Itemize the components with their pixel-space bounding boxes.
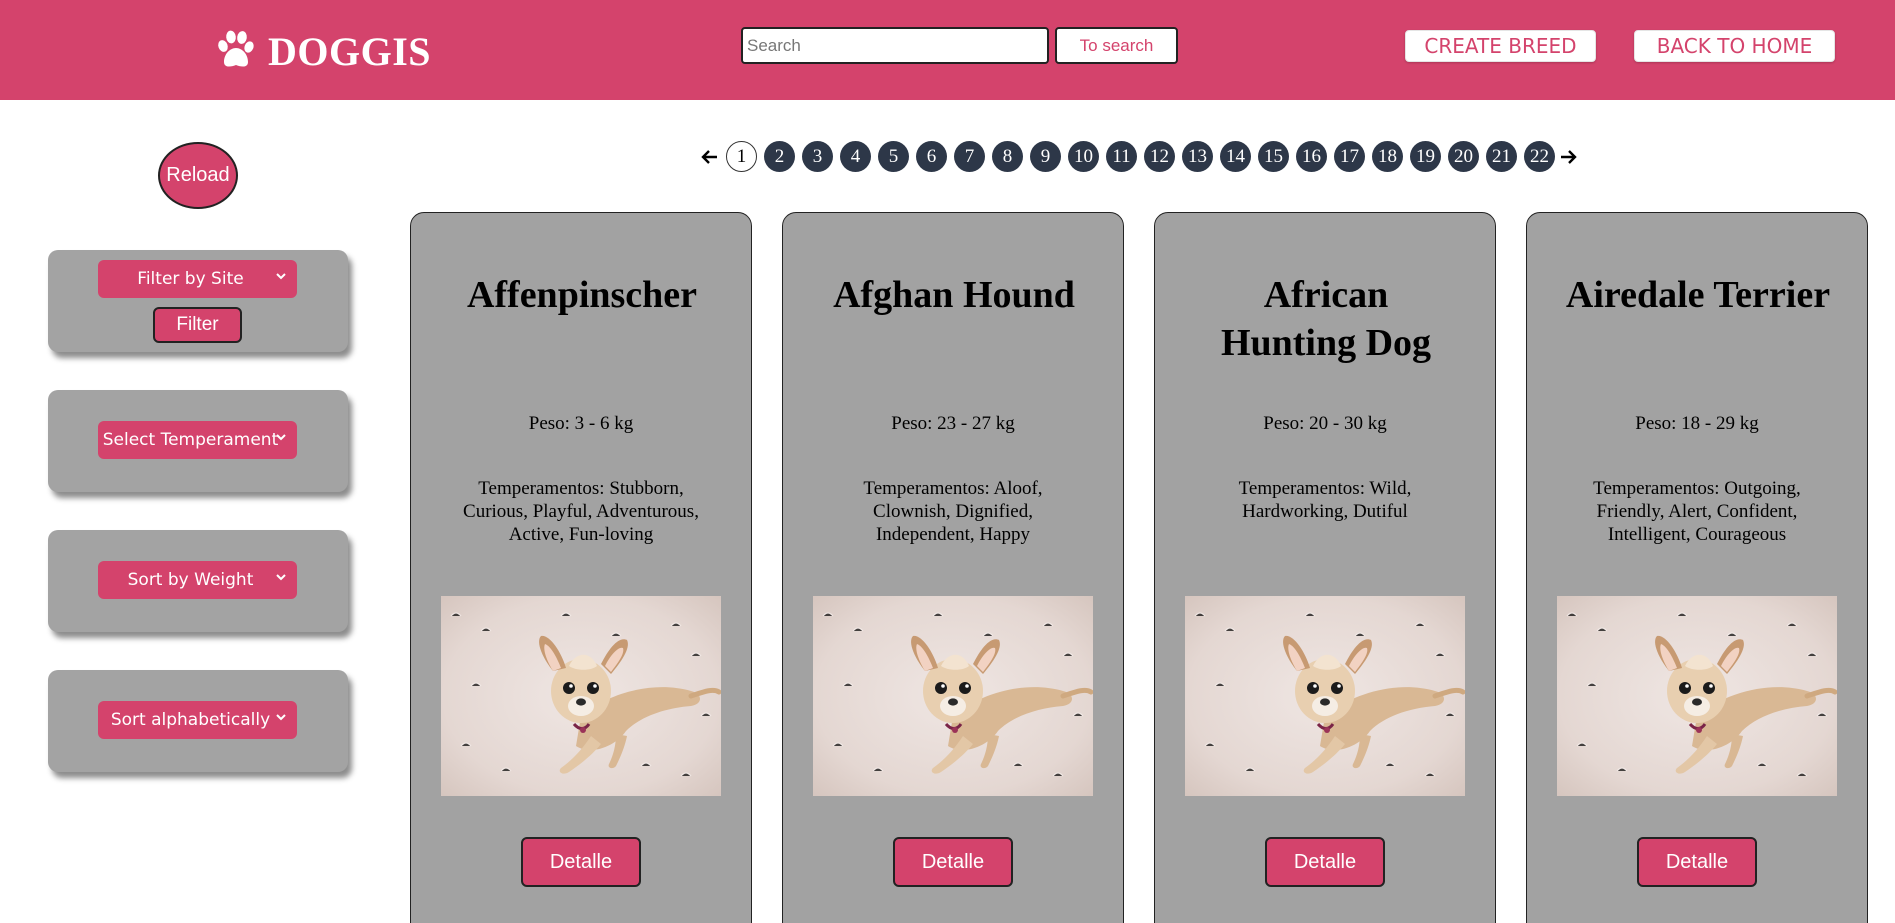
breed-card: Affenpinscher Peso: 3 - 6 kg Temperament… <box>410 212 752 923</box>
breed-weight: Peso: 20 - 30 kg <box>1263 413 1387 434</box>
site-filter-label: Filter by Site <box>137 269 244 289</box>
breed-name: African Hunting Dog <box>1165 271 1487 367</box>
arrow-left-icon[interactable] <box>698 147 720 167</box>
back-to-home-button[interactable]: BACK TO HOME <box>1634 30 1835 62</box>
page-8[interactable]: 8 <box>992 141 1023 172</box>
site-filter-select[interactable]: Filter by Site <box>98 260 297 298</box>
breed-name: Affenpinscher <box>421 271 743 319</box>
page-13[interactable]: 13 <box>1182 141 1213 172</box>
alpha-sort-panel: Sort alphabetically <box>48 670 348 772</box>
site-filter-panel: Filter by Site Filter <box>48 250 348 352</box>
page-2[interactable]: 2 <box>764 141 795 172</box>
page-6[interactable]: 6 <box>916 141 947 172</box>
breed-image <box>441 596 721 796</box>
page-21[interactable]: 21 <box>1486 141 1517 172</box>
alpha-sort-select[interactable]: Sort alphabetically <box>98 701 297 739</box>
page-11[interactable]: 11 <box>1106 141 1137 172</box>
alpha-sort-label: Sort alphabetically <box>110 710 271 730</box>
page-3[interactable]: 3 <box>802 141 833 172</box>
breed-name-line: Afghan Hound <box>833 274 1075 316</box>
page-5[interactable]: 5 <box>878 141 909 172</box>
search-button[interactable]: To search <box>1055 27 1178 64</box>
header-bar: DOGGIS To search CREATE BREED BACK TO HO… <box>0 0 1895 100</box>
logo[interactable]: DOGGIS <box>214 28 431 75</box>
breed-name-line: Hunting Dog <box>1220 322 1432 364</box>
paw-icon <box>214 28 256 75</box>
page-14[interactable]: 14 <box>1220 141 1251 172</box>
page-7[interactable]: 7 <box>954 141 985 172</box>
chevron-down-icon <box>276 574 286 581</box>
breed-card: Airedale Terrier Peso: 18 - 29 kg Temper… <box>1526 212 1868 923</box>
temperament-label: Select Temperament <box>102 430 279 450</box>
breed-weight: Peso: 18 - 29 kg <box>1635 413 1759 434</box>
temperament-select[interactable]: Select Temperament <box>98 421 297 459</box>
breed-temperaments: Temperamentos: Stubborn, Curious, Playfu… <box>463 478 699 545</box>
page-12[interactable]: 12 <box>1144 141 1175 172</box>
page-18[interactable]: 18 <box>1372 141 1403 172</box>
breed-image <box>813 596 1093 796</box>
breed-temperaments: Temperamentos: Aloof, Clownish, Dignifie… <box>863 478 1043 545</box>
breed-card: African Hunting Dog Peso: 20 - 30 kg Tem… <box>1154 212 1496 923</box>
weight-sort-label: Sort by Weight <box>127 570 254 590</box>
detail-button[interactable]: Detalle <box>1265 837 1385 887</box>
breed-image <box>1185 596 1465 796</box>
create-breed-button[interactable]: CREATE BREED <box>1405 30 1596 62</box>
breed-name-line: African <box>1263 274 1389 316</box>
chevron-down-icon <box>276 273 286 280</box>
page-1[interactable]: 1 <box>726 141 757 172</box>
breed-image <box>1557 596 1837 796</box>
page-17[interactable]: 17 <box>1334 141 1365 172</box>
page-19[interactable]: 19 <box>1410 141 1441 172</box>
page-16[interactable]: 16 <box>1296 141 1327 172</box>
page-4[interactable]: 4 <box>840 141 871 172</box>
page-10[interactable]: 10 <box>1068 141 1099 172</box>
page-15[interactable]: 15 <box>1258 141 1289 172</box>
chevron-down-icon <box>276 714 286 721</box>
arrow-right-icon[interactable] <box>1558 147 1580 167</box>
breed-temperaments: Temperamentos: Outgoing, Friendly, Alert… <box>1593 478 1801 545</box>
page-22[interactable]: 22 <box>1524 141 1555 172</box>
detail-button[interactable]: Detalle <box>1637 837 1757 887</box>
reload-button[interactable]: Reload <box>158 142 238 209</box>
weight-sort-panel: Sort by Weight <box>48 530 348 632</box>
pagination: 1 2 3 4 5 6 7 8 9 10 11 12 13 14 15 16 1… <box>698 141 1580 172</box>
page-20[interactable]: 20 <box>1448 141 1479 172</box>
breed-card: Afghan Hound Peso: 23 - 27 kg Temperamen… <box>782 212 1124 923</box>
filter-button[interactable]: Filter <box>153 307 242 343</box>
temperament-panel: Select Temperament <box>48 390 348 492</box>
breed-temperaments: Temperamentos: Wild, Hardworking, Dutifu… <box>1238 478 1412 522</box>
weight-sort-select[interactable]: Sort by Weight <box>98 561 297 599</box>
logo-text: DOGGIS <box>268 29 432 74</box>
chevron-down-icon <box>276 434 286 441</box>
breed-name: Airedale Terrier <box>1537 271 1859 319</box>
breed-name-line: Affenpinscher <box>466 274 698 316</box>
breed-name: Afghan Hound <box>793 271 1115 319</box>
detail-button[interactable]: Detalle <box>893 837 1013 887</box>
breed-weight: Peso: 23 - 27 kg <box>891 413 1015 434</box>
breed-weight: Peso: 3 - 6 kg <box>528 413 634 434</box>
page-9[interactable]: 9 <box>1030 141 1061 172</box>
search-input[interactable] <box>741 27 1049 64</box>
breed-name-line: Airedale Terrier <box>1565 274 1831 316</box>
detail-button[interactable]: Detalle <box>521 837 641 887</box>
